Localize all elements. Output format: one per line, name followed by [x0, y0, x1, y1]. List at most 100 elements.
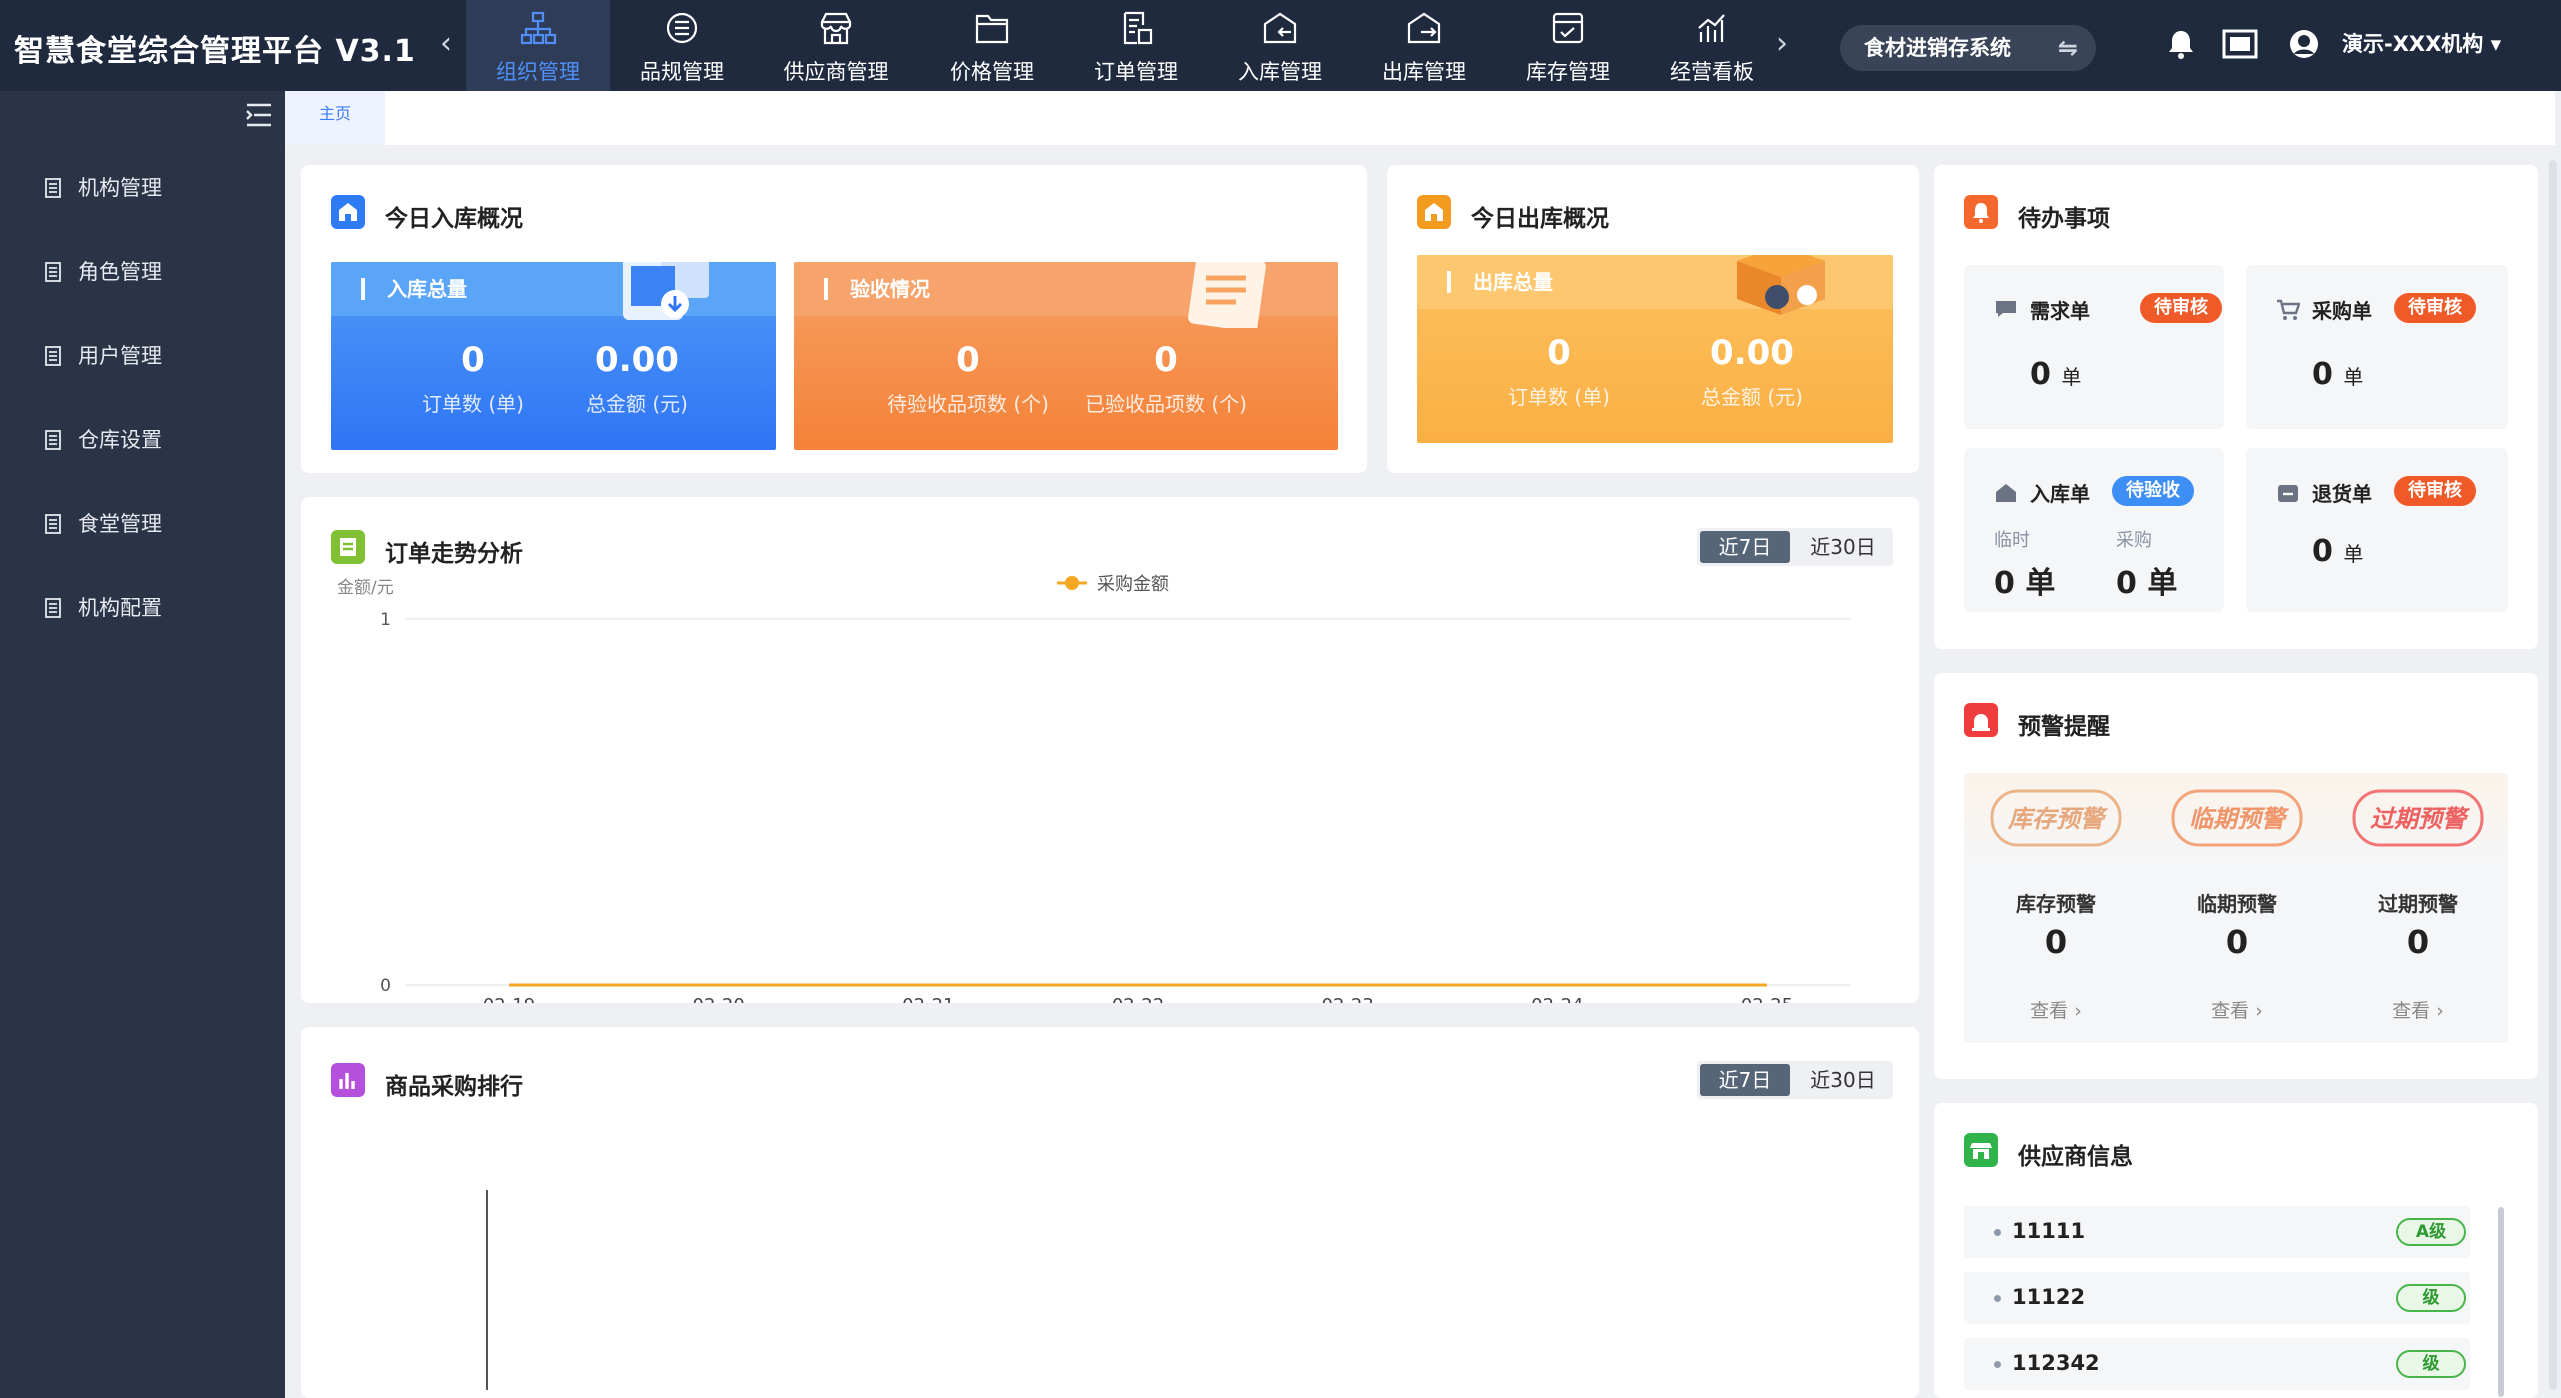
alert-value: 0	[2225, 923, 2249, 961]
nav-tab-label: 入库管理	[1238, 60, 1322, 84]
supplier-row[interactable]: 11122 级	[1964, 1272, 2470, 1324]
purchase-count: 0 单	[2116, 566, 2178, 601]
page-tab-bar: 主页	[285, 91, 2555, 145]
document-icon	[45, 598, 61, 618]
temp-count: 0 单	[1994, 566, 2056, 601]
outbound-total-panel: 出库总量 0 订单数 (单) 0.00 总金额 (元)	[1417, 255, 1893, 443]
alert-value: 0	[2044, 923, 2068, 961]
x-tick-label: 02-24	[1531, 995, 1583, 1003]
todo-purchase-order[interactable]: 采购单 待审核 0 单	[2246, 265, 2508, 429]
sidebar-item-warehouse[interactable]: 仓库设置	[0, 415, 285, 465]
outbound-orders-label: 订单数 (单)	[1508, 385, 1610, 409]
pending-inspection-badge: 待验收	[2112, 476, 2194, 506]
view-link[interactable]: 查看 ›	[2328, 996, 2508, 1023]
sidebar-item-canteen[interactable]: 食堂管理	[0, 499, 285, 549]
y-tick-label: 1	[380, 610, 391, 630]
ranking-chart-icon	[331, 1063, 365, 1097]
count-unit: 单	[2061, 365, 2082, 389]
user-name: 演示-XXX机构	[2342, 32, 2484, 56]
supplier-row[interactable]: 11111 A级	[1964, 1206, 2470, 1258]
nav-tab-org[interactable]: 组织管理	[466, 0, 610, 91]
return-box-icon	[2278, 485, 2298, 502]
sidebar-item-org[interactable]: 机构管理	[0, 163, 285, 213]
switch-icon: ⇋	[2057, 34, 2078, 62]
outbound-title: 今日出库概况	[1471, 206, 1609, 232]
top-navigation-bar: 智慧食堂综合管理平台 V3.1 ‹ 组织管理 品规管理 供应商管理 价格管理 订…	[0, 0, 2561, 91]
todo-inbound-order[interactable]: 入库单 待验收 临时 0 单 采购 0 单	[1964, 448, 2224, 612]
nav-prev-button[interactable]: ‹	[440, 26, 452, 61]
page-scrollbar[interactable]	[2549, 160, 2557, 1390]
bell-icon[interactable]	[2166, 28, 2196, 60]
supplier-row[interactable]: 112342 级	[1964, 1338, 2470, 1390]
menu-collapse-icon[interactable]	[244, 101, 274, 129]
document-icon	[45, 514, 61, 534]
inbound-overview-card: 今日入库概况 入库总量 0 订单数 (单) 0.00 总金额 (元) 验收情况 …	[301, 165, 1367, 473]
return-order-label: 退货单	[2312, 482, 2372, 506]
caret-down-icon: ▾	[2490, 32, 2502, 56]
x-tick-label: 02-22	[1112, 995, 1164, 1003]
alert-name: 临期预警	[2197, 892, 2277, 916]
supplier-level-badge: 级	[2396, 1350, 2466, 1378]
nav-tab-label: 出库管理	[1382, 60, 1466, 84]
demand-order-count: 0 单	[2030, 357, 2081, 392]
inbound-amount-label: 总金额 (元)	[586, 392, 688, 416]
document-icon	[45, 430, 61, 450]
view-link[interactable]: 查看 ›	[1966, 996, 2146, 1023]
x-tick-label: 02-25	[1741, 995, 1793, 1003]
count-value: 0	[2312, 357, 2333, 392]
todo-demand-order[interactable]: 需求单 待审核 0 单	[1964, 265, 2224, 429]
outbound-overview-card: 今日出库概况 出库总量 0 订单数 (单) 0.00 总金额 (元)	[1387, 165, 1919, 473]
range-30-days-button[interactable]: 近30日	[1797, 1064, 1889, 1096]
outbound-amount-value: 0.00	[1710, 333, 1794, 373]
sidebar-item-config[interactable]: 机构配置	[0, 583, 285, 633]
nav-tab-inbound[interactable]: 入库管理	[1208, 0, 1352, 91]
nav-tab-outbound[interactable]: 出库管理	[1352, 0, 1496, 91]
nav-tab-spec[interactable]: 品规管理	[610, 0, 754, 91]
system-switcher[interactable]: 食材进销存系统 ⇋	[1840, 25, 2096, 71]
return-order-count: 0 单	[2312, 534, 2363, 569]
nav-next-button[interactable]: ›	[1776, 26, 1788, 61]
inbound-title: 今日入库概况	[385, 206, 523, 232]
bar-chart-icon	[1698, 14, 1725, 42]
stock-alert: 库存预警 库存预警 0 查看 ›	[1966, 773, 2146, 1043]
inspected-items-value: 0	[1154, 340, 1178, 380]
supplier-list-scrollbar[interactable]	[2498, 1207, 2504, 1397]
nav-tab-label: 组织管理	[496, 60, 580, 84]
inspection-panel: 验收情况 0 待验收品项数 (个) 0 已验收品项数 (个)	[794, 262, 1338, 450]
purchase-ranking-title: 商品采购排行	[385, 1074, 523, 1100]
seal-text: 临期预警	[2189, 805, 2289, 833]
user-avatar-icon[interactable]	[2288, 28, 2320, 60]
org-icon	[520, 11, 557, 45]
nav-tab-label: 经营看板	[1670, 60, 1754, 84]
order-trend-card: 订单走势分析 近7日 近30日 采购金额 金额/元 1002-1902-2002…	[301, 497, 1919, 1003]
suppliers-title: 供应商信息	[2018, 1144, 2133, 1170]
nav-tab-dashboard[interactable]: 经营看板	[1640, 0, 1784, 91]
inbound-total-panel: 入库总量 0 订单数 (单) 0.00 总金额 (元)	[331, 262, 776, 450]
demand-order-label: 需求单	[2030, 299, 2090, 323]
supplier-shop-icon	[1964, 1133, 1998, 1167]
outbound-orders-value: 0	[1547, 333, 1571, 373]
sidebar-item-user[interactable]: 用户管理	[0, 331, 285, 381]
sidebar-item-label: 机构配置	[78, 596, 162, 620]
nav-tab-supplier[interactable]: 供应商管理	[764, 0, 908, 91]
seal-text: 过期预警	[2370, 805, 2470, 833]
expired-seal: 过期预警	[2352, 789, 2484, 847]
nav-tab-price[interactable]: 价格管理	[920, 0, 1064, 91]
sidebar-item-role[interactable]: 角色管理	[0, 247, 285, 297]
user-menu[interactable]: 演示-XXX机构 ▾	[2342, 28, 2501, 58]
purchase-order-count: 0 单	[2312, 357, 2363, 392]
range-7-days-button[interactable]: 近7日	[1700, 1064, 1790, 1096]
folder-icon	[975, 14, 1009, 44]
fullscreen-icon[interactable]	[2222, 28, 2258, 60]
nav-tab-order[interactable]: 订单管理	[1064, 0, 1208, 91]
x-tick-label: 02-23	[1322, 995, 1374, 1003]
view-link[interactable]: 查看 ›	[2147, 996, 2327, 1023]
todo-return-order[interactable]: 退货单 待审核 0 单	[2246, 448, 2508, 612]
legend-label: 采购金额	[1097, 574, 1169, 595]
warehouse-icon	[331, 195, 365, 229]
pending-items-label: 待验收品项数 (个)	[887, 392, 1049, 416]
bell-badge-icon	[1964, 195, 1998, 229]
tab-home[interactable]: 主页	[285, 91, 385, 145]
inspected-items-label: 已验收品项数 (个)	[1085, 392, 1247, 416]
nav-tab-inventory[interactable]: 库存管理	[1496, 0, 1640, 91]
